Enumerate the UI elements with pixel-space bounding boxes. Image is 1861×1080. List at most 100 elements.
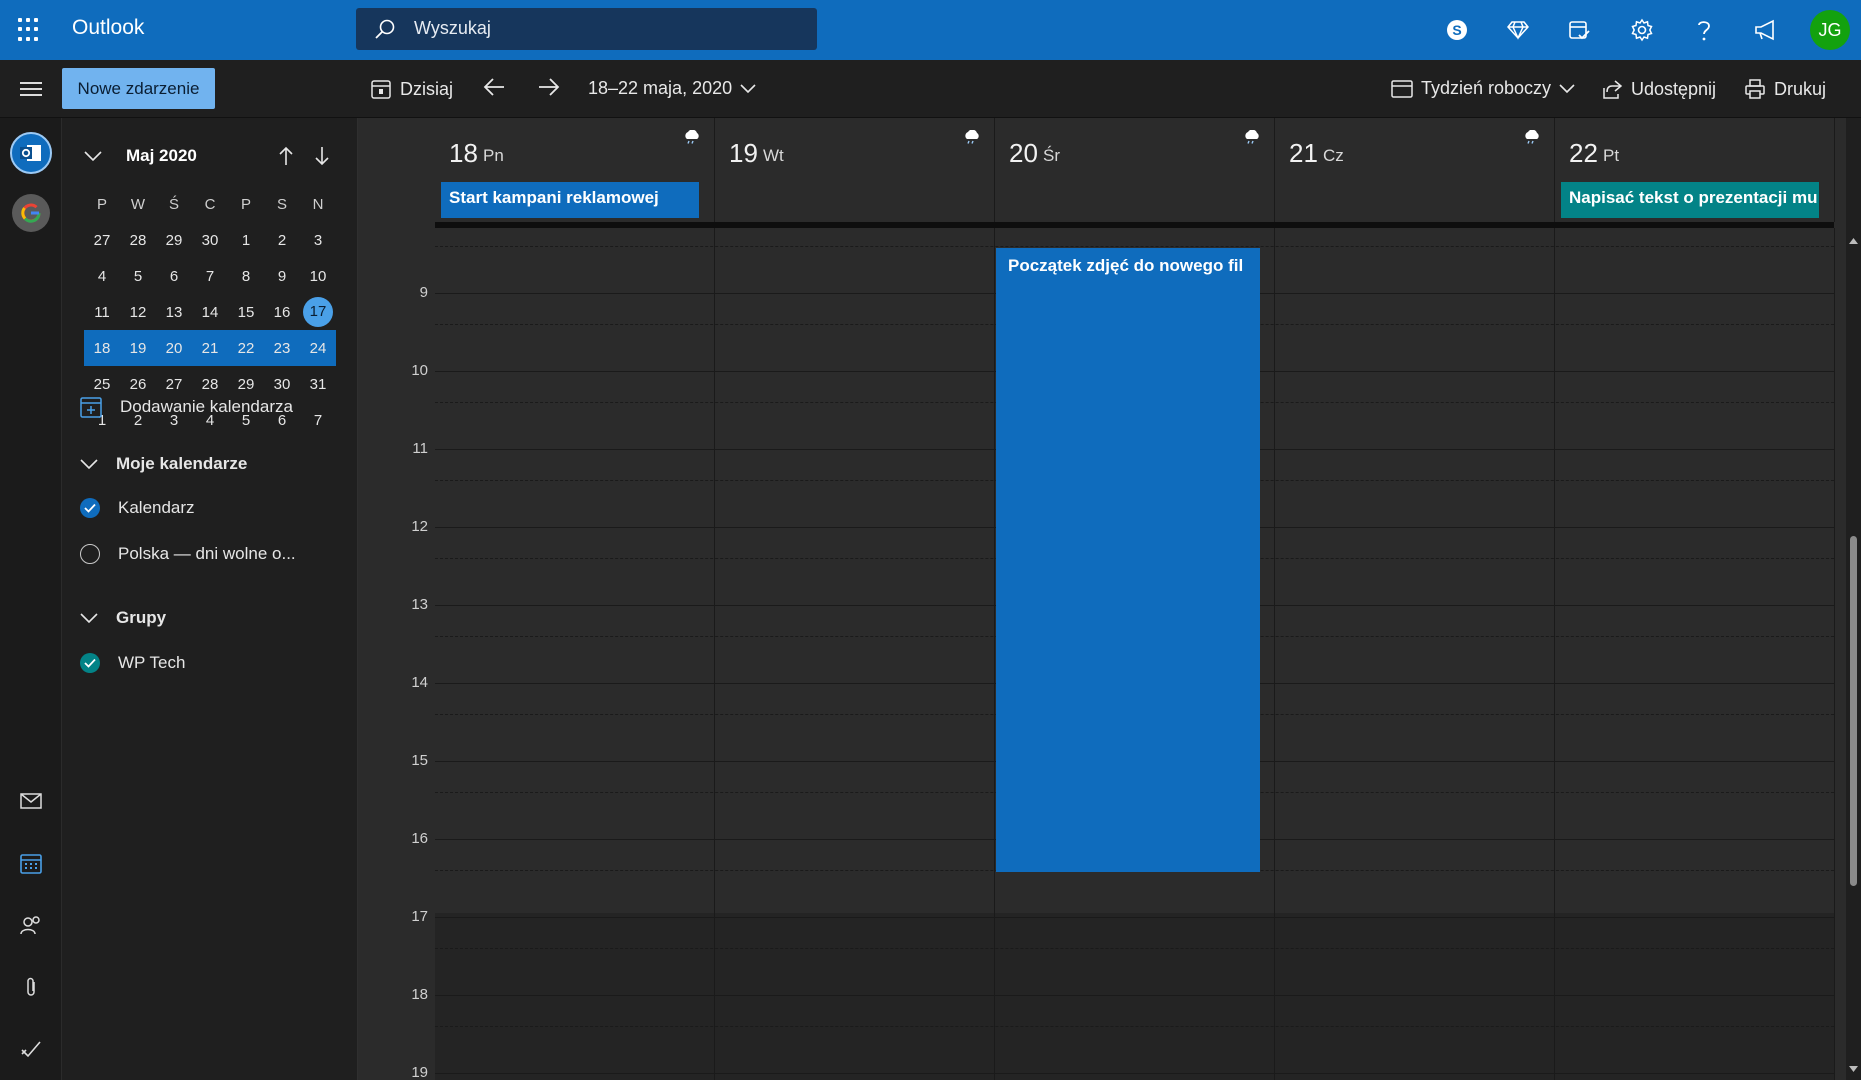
next-week-button[interactable] — [537, 76, 561, 98]
previous-week-button[interactable] — [482, 76, 506, 98]
mini-calendar-day[interactable]: 6 — [156, 268, 192, 285]
mini-calendar-day[interactable]: 7 — [192, 268, 228, 285]
mini-calendar-day[interactable]: 17 — [300, 297, 336, 327]
mini-calendar-day[interactable]: 2 — [264, 232, 300, 249]
mini-calendar-day[interactable]: 15 — [228, 304, 264, 321]
arrow-down-icon[interactable] — [314, 146, 330, 166]
mini-calendar-day[interactable]: 29 — [156, 232, 192, 249]
mini-calendar-day[interactable]: 9 — [264, 268, 300, 285]
mini-calendar-day[interactable]: 27 — [156, 376, 192, 393]
mail-icon[interactable] — [14, 784, 48, 818]
help-icon[interactable] — [1688, 14, 1720, 46]
view-selector[interactable]: Tydzień roboczy — [1391, 78, 1575, 99]
all-day-event[interactable]: Napisać tekst o prezentacji mu — [1561, 182, 1819, 218]
all-day-event[interactable]: Start kampani reklamowej — [441, 182, 699, 218]
mini-calendar-day[interactable]: 29 — [228, 376, 264, 393]
weather-cloud-icon[interactable] — [682, 129, 702, 149]
hour-label: 13 — [411, 596, 428, 613]
day-header[interactable]: 20 Śr — [995, 118, 1275, 222]
today-button[interactable]: Dzisiaj — [370, 78, 453, 100]
chevron-down-icon[interactable] — [84, 151, 102, 162]
mini-calendar-day[interactable]: 8 — [228, 268, 264, 285]
mini-calendar-day[interactable]: 20 — [156, 340, 192, 357]
mini-calendar-day[interactable]: 27 — [84, 232, 120, 249]
mini-calendar-day[interactable]: 28 — [192, 376, 228, 393]
scroll-down-icon[interactable] — [1849, 1066, 1858, 1072]
mini-calendar-month[interactable]: Maj 2020 — [126, 146, 197, 166]
mini-calendar-day[interactable]: 14 — [192, 304, 228, 321]
tasks-icon[interactable] — [1563, 14, 1595, 46]
scroll-up-icon[interactable] — [1849, 238, 1858, 244]
mini-calendar-day[interactable]: 13 — [156, 304, 192, 321]
print-button[interactable]: Drukuj — [1744, 78, 1826, 100]
calendar-item-holidays[interactable]: Polska — dni wolne o... — [80, 544, 296, 564]
mini-calendar-day[interactable]: 28 — [120, 232, 156, 249]
mini-calendar-day[interactable]: 26 — [120, 376, 156, 393]
feedback-megaphone-icon[interactable] — [1750, 14, 1782, 46]
mini-calendar-day[interactable]: 5 — [120, 268, 156, 285]
arrow-left-icon — [483, 78, 504, 96]
group-item-wp-tech[interactable]: WP Tech — [80, 653, 185, 673]
mini-calendar-day[interactable]: 18 — [84, 340, 120, 357]
mini-calendar-day[interactable]: 16 — [264, 304, 300, 321]
mini-calendar-week: 27 28 29 30 1 2 3 — [84, 222, 336, 258]
day-column[interactable] — [1555, 228, 1835, 1080]
weather-cloud-icon[interactable] — [1242, 129, 1262, 149]
mini-calendar-day[interactable]: 1 — [228, 232, 264, 249]
user-avatar[interactable]: JG — [1810, 10, 1850, 50]
search-input[interactable]: Wyszukaj — [356, 8, 817, 50]
groups-header[interactable]: Grupy — [80, 608, 166, 628]
calendar-today-icon — [371, 80, 391, 99]
calendar-item-kalendarz[interactable]: Kalendarz — [80, 498, 195, 518]
day-header[interactable]: 19 Wt — [715, 118, 995, 222]
attachment-icon[interactable] — [14, 970, 48, 1004]
hamburger-menu-icon[interactable] — [20, 82, 42, 96]
people-icon[interactable] — [14, 908, 48, 942]
day-header[interactable]: 21 Cz — [1275, 118, 1555, 222]
mini-calendar-day[interactable]: 31 — [300, 376, 336, 393]
mini-calendar-day[interactable]: 21 — [192, 340, 228, 357]
mini-calendar-day[interactable]: 19 — [120, 340, 156, 357]
my-calendars-header[interactable]: Moje kalendarze — [80, 454, 247, 474]
day-column[interactable] — [1275, 228, 1555, 1080]
weather-cloud-icon[interactable] — [962, 129, 982, 149]
empty-circle-icon — [80, 544, 100, 564]
add-calendar-button[interactable]: Dodawanie kalendarza — [80, 396, 293, 418]
outlook-account-icon[interactable] — [10, 132, 52, 174]
calendar-event[interactable]: Początek zdjęć do nowego fil — [996, 248, 1260, 872]
calendar-scrollbar[interactable] — [1846, 228, 1861, 1080]
mini-calendar-day[interactable]: 22 — [228, 340, 264, 357]
day-column[interactable] — [715, 228, 995, 1080]
day-column[interactable] — [435, 228, 715, 1080]
weather-cloud-icon[interactable] — [1522, 129, 1542, 149]
app-title[interactable]: Outlook — [72, 16, 144, 40]
mini-calendar-day[interactable]: 25 — [84, 376, 120, 393]
arrow-up-icon[interactable] — [278, 146, 294, 166]
mini-calendar-day[interactable]: 23 — [264, 340, 300, 357]
mini-calendar-day[interactable]: 4 — [84, 268, 120, 285]
weekday-label: C — [204, 195, 216, 213]
settings-gear-icon[interactable] — [1626, 14, 1658, 46]
premium-diamond-icon[interactable] — [1502, 14, 1534, 46]
mini-calendar-day[interactable]: 10 — [300, 268, 336, 285]
mini-calendar-day[interactable]: 3 — [300, 232, 336, 249]
date-range-picker[interactable]: 18–22 maja, 2020 — [588, 78, 756, 99]
mini-calendar-day[interactable]: 12 — [120, 304, 156, 321]
day-name: Cz — [1323, 146, 1344, 165]
mini-calendar-day[interactable]: 24 — [300, 340, 336, 357]
scrollbar-thumb[interactable] — [1850, 536, 1857, 886]
app-launcher-icon[interactable] — [18, 18, 42, 42]
calendar-icon[interactable] — [14, 846, 48, 880]
calendar-week-icon — [1391, 79, 1413, 98]
mini-calendar-day[interactable]: 30 — [264, 376, 300, 393]
new-event-button[interactable]: Nowe zdarzenie — [62, 68, 215, 109]
mini-calendar-day[interactable]: 30 — [192, 232, 228, 249]
todo-check-icon[interactable] — [14, 1032, 48, 1066]
mini-calendar-day[interactable]: 7 — [300, 412, 336, 429]
google-account-icon[interactable] — [12, 194, 50, 232]
half-hour-line — [435, 948, 1834, 949]
share-button[interactable]: Udostępnij — [1601, 78, 1716, 100]
mini-calendar-day[interactable]: 11 — [84, 304, 120, 321]
today-marker[interactable]: 17 — [303, 297, 333, 327]
skype-icon[interactable]: S — [1441, 14, 1473, 46]
